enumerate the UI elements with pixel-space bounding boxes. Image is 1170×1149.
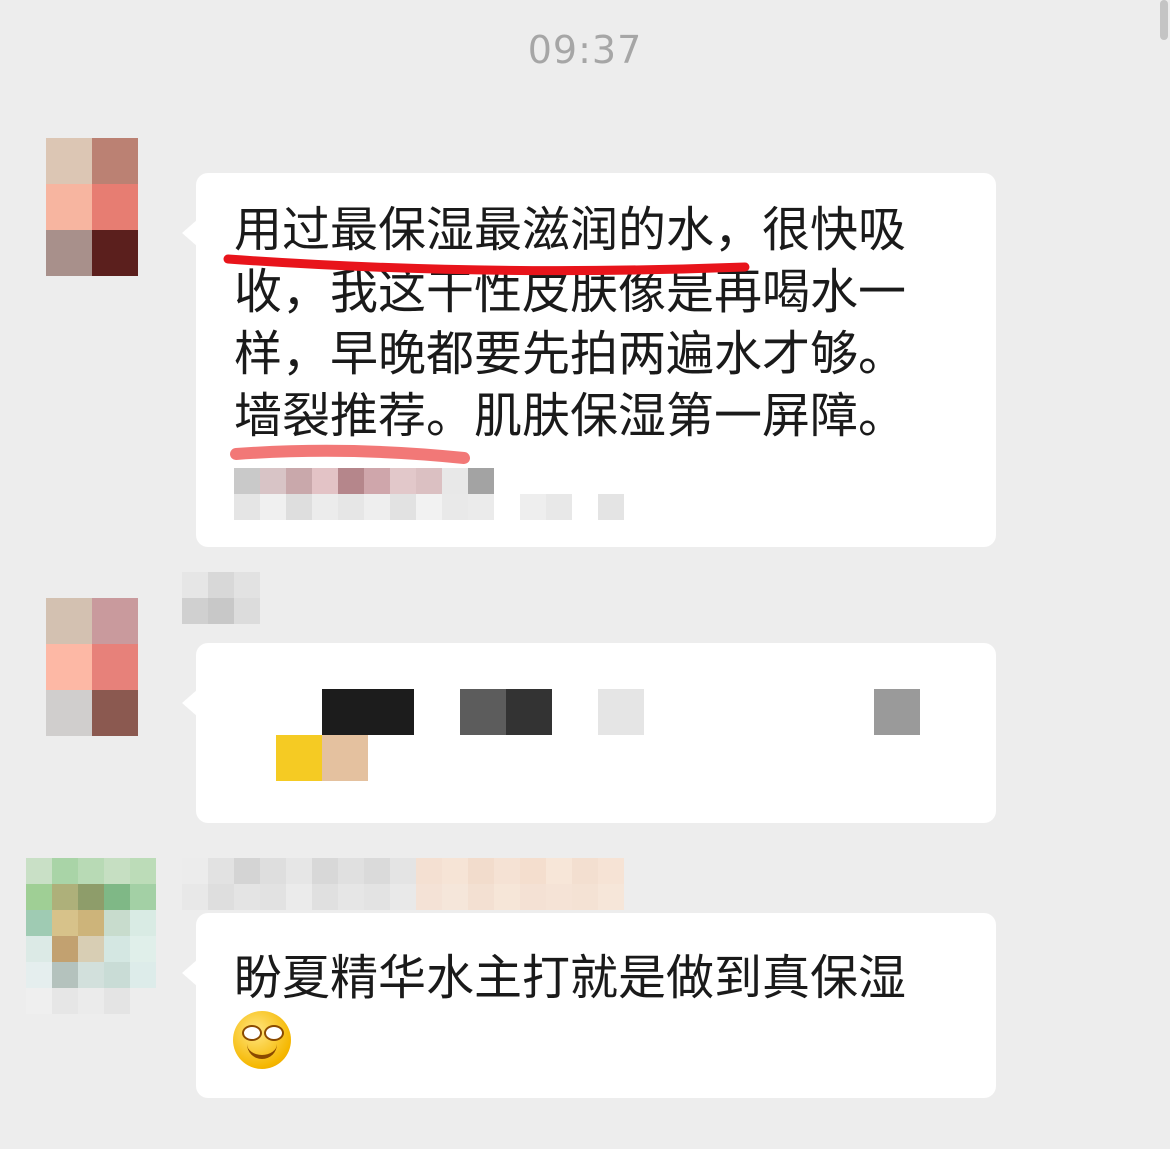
timestamp: 09:37: [527, 28, 643, 72]
text-line: 样，早晚都要先拍两遍水才够。: [234, 326, 907, 382]
blurred-content: [598, 689, 644, 735]
message-bubble[interactable]: 盼夏精华水主打就是做到真保湿: [182, 913, 996, 1098]
red-underline: [230, 444, 470, 464]
blurred-sender-name: [182, 572, 260, 598]
smiling-face-icon: [233, 1011, 291, 1069]
message-bubble[interactable]: 用过最保湿最滋润的水，很快吸 收，我这干性皮肤像是再喝水一 样，早晚都要先拍两遍…: [182, 173, 996, 547]
avatar[interactable]: [26, 858, 156, 1014]
blurred-sender-name: [182, 598, 260, 624]
blurred-text: [234, 494, 624, 520]
red-underline: [223, 254, 750, 276]
scrollbar[interactable]: [1160, 0, 1168, 40]
blurred-sender-name: [182, 884, 624, 910]
blurred-sender-name: [182, 858, 624, 884]
message-bubble[interactable]: [182, 643, 996, 823]
blurred-content: [276, 735, 368, 781]
blurred-content: [460, 689, 552, 735]
blurred-content: [322, 689, 414, 735]
blurred-text: [234, 468, 494, 494]
avatar[interactable]: [46, 138, 138, 276]
blurred-content: [874, 689, 920, 735]
avatar[interactable]: [46, 598, 138, 736]
message-text: 盼夏精华水主打就是做到真保湿: [234, 950, 907, 1006]
message-text: 用过最保湿最滋润的水，很快吸 收，我这干性皮肤像是再喝水一 样，早晚都要先拍两遍…: [234, 199, 974, 447]
